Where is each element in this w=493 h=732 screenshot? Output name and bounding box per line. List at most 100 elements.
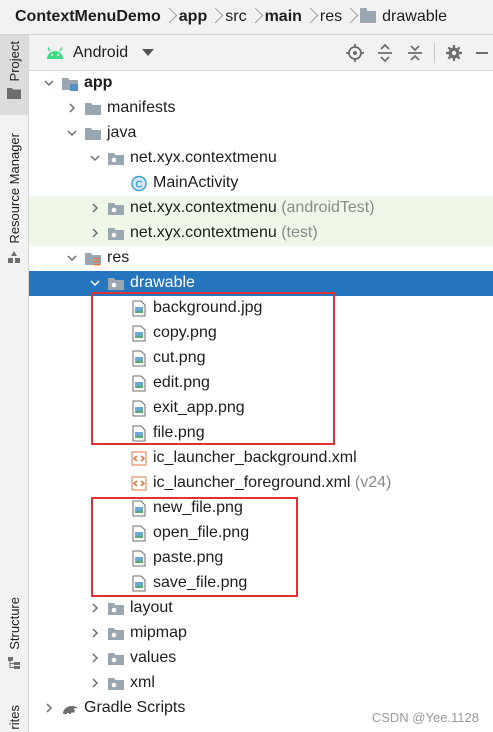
locate-icon [346, 43, 364, 62]
chevron-right-icon[interactable] [89, 621, 101, 646]
toolbar-actions [340, 35, 493, 70]
project-view-selector[interactable]: Android [73, 44, 128, 62]
res-folder-icon [84, 246, 104, 271]
tree-row[interactable]: ic_launcher_background.xml [29, 446, 493, 471]
expand-all-icon [378, 43, 392, 62]
tree-item-name: values [130, 649, 177, 666]
breadcrumb-label: main [264, 8, 302, 25]
tree-row[interactable]: layout [29, 596, 493, 621]
chevron-right-icon[interactable] [89, 671, 101, 696]
minimize-button[interactable] [469, 38, 493, 68]
structure-tab-label: Structure [6, 597, 22, 650]
chevron-right-icon[interactable] [66, 96, 78, 121]
breadcrumb-item-app[interactable]: app [179, 8, 207, 26]
tree-row[interactable]: values [29, 646, 493, 671]
chevron-down-icon[interactable] [89, 146, 101, 171]
class-icon: C [130, 171, 150, 196]
tree-row[interactable]: java [29, 121, 493, 146]
tree-item-label: ic_launcher_background.xml [153, 449, 357, 467]
tree-row[interactable]: res [29, 246, 493, 271]
tree-item-label: manifests [107, 99, 175, 117]
breadcrumb-item-res[interactable]: res [320, 8, 342, 26]
module-folder-icon [61, 71, 81, 96]
tree-row[interactable]: net.xyx.contextmenu (test) [29, 221, 493, 246]
tree-row[interactable]: net.xyx.contextmenu (androidTest) [29, 196, 493, 221]
package-icon [107, 596, 127, 621]
package-icon [107, 221, 127, 246]
project-tab-label: Project [6, 41, 22, 82]
tree-item-name: Gradle Scripts [84, 699, 186, 716]
tree-item-label: ic_launcher_foreground.xml (v24) [153, 474, 391, 492]
breadcrumb-item-main[interactable]: main [265, 8, 302, 26]
package-icon [107, 646, 127, 671]
chevron-down-icon[interactable] [66, 246, 78, 271]
tree-row[interactable]: net.xyx.contextmenu [29, 146, 493, 171]
resource-manager-tool-tab[interactable]: Resource Manager [0, 133, 28, 283]
tree-row[interactable]: C MainActivity [29, 171, 493, 196]
tree-row[interactable]: app [29, 71, 493, 96]
tree-item-name: mipmap [130, 624, 187, 641]
favorites-tool-tab[interactable]: rites [0, 703, 28, 732]
tree-item-hint: (v24) [354, 474, 392, 491]
tree-item-label: res [107, 249, 129, 267]
tree-item-name: net.xyx.contextmenu [130, 224, 277, 241]
breadcrumb-label: app [178, 8, 208, 25]
chevron-right-icon[interactable] [89, 196, 101, 221]
collapse-all-button[interactable] [400, 38, 430, 68]
tree-item-name: java [107, 124, 137, 141]
breadcrumb-label: drawable [382, 8, 448, 25]
tree-row[interactable]: ic_launcher_foreground.xml (v24) [29, 471, 493, 496]
folder-icon [360, 8, 377, 23]
breadcrumb-item-drawable[interactable]: drawable [360, 8, 447, 26]
chevron-down-icon[interactable] [43, 71, 55, 96]
breadcrumb-label: ContextMenuDemo [15, 8, 161, 25]
tree-item-label: MainActivity [153, 174, 238, 192]
chevron-down-icon[interactable] [142, 49, 155, 56]
package-icon [107, 671, 127, 696]
chevron-right-icon[interactable] [43, 696, 55, 721]
tree-item-label: java [107, 124, 136, 142]
chevron-right-icon[interactable] [89, 596, 101, 621]
tree-row[interactable]: manifests [29, 96, 493, 121]
breadcrumb-label: res [319, 8, 343, 25]
annotation-box-group-2 [91, 497, 298, 597]
chevron-right-icon[interactable] [89, 221, 101, 246]
breadcrumb-label: src [225, 8, 247, 25]
tree-item-name: manifests [107, 99, 176, 116]
resources-icon [8, 250, 20, 263]
watermark: CSDN @Yee.1128 [371, 710, 479, 725]
gradle-icon [61, 696, 81, 721]
breadcrumb-item-project[interactable]: ContextMenuDemo [15, 8, 161, 26]
tree-item-name: ic_launcher_background.xml [153, 449, 357, 466]
tree-item-name: app [84, 74, 113, 91]
tree-row[interactable]: mipmap [29, 621, 493, 646]
project-toolbar: Android [29, 35, 493, 71]
chevron-right-icon[interactable] [89, 646, 101, 671]
chevron-down-icon[interactable] [66, 121, 78, 146]
tree-item-label: Gradle Scripts [84, 699, 185, 717]
expand-all-button[interactable] [370, 38, 400, 68]
project-tool-tab[interactable]: Project [0, 35, 28, 115]
tree-item-label: net.xyx.contextmenu (test) [130, 224, 318, 242]
tree-item-name: xml [130, 674, 155, 691]
tree-item-label: layout [130, 599, 173, 617]
gear-icon [446, 44, 462, 61]
settings-button[interactable] [439, 38, 469, 68]
tree-item-label: drawable [130, 274, 195, 292]
chevron-right-icon [249, 6, 261, 28]
tree-row[interactable]: xml [29, 671, 493, 696]
structure-tool-tab[interactable]: Structure [0, 597, 28, 687]
chevron-right-icon [163, 6, 175, 28]
tree-item-label: mipmap [130, 624, 187, 642]
left-tool-strip: Project Resource Manager Structure rites [0, 35, 29, 732]
breadcrumb: ContextMenuDemo app src main res drawabl… [0, 0, 493, 35]
resource-manager-tab-label: Resource Manager [6, 133, 22, 244]
tree-item-name: net.xyx.contextmenu [130, 149, 277, 166]
breadcrumb-item-src[interactable]: src [225, 8, 246, 26]
package-icon [107, 196, 127, 221]
collapse-all-icon [408, 44, 422, 61]
xml-file-icon [130, 471, 150, 496]
chevron-right-icon [209, 6, 221, 28]
locate-button[interactable] [340, 38, 370, 68]
tree-item-name: MainActivity [153, 174, 239, 191]
